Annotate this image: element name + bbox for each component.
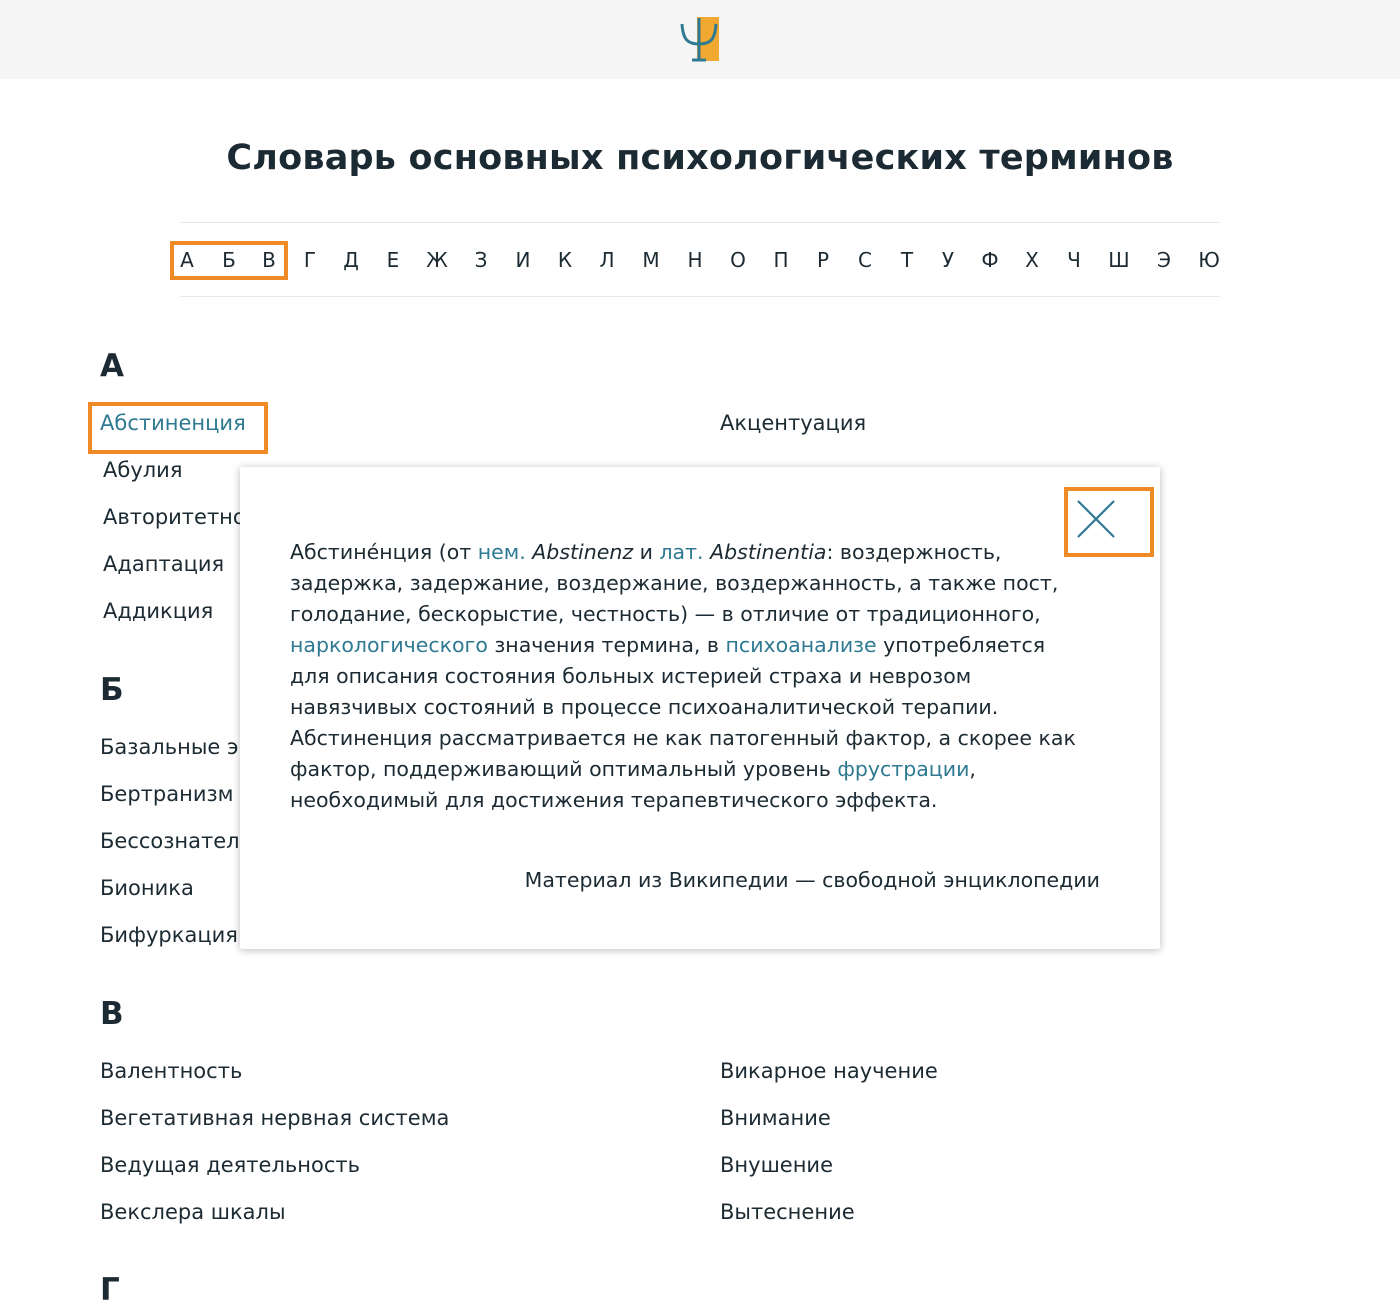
term-link[interactable]: Вегетативная нервная система: [100, 1106, 449, 1130]
link-latin[interactable]: лат.: [659, 540, 703, 564]
alphabet-letter[interactable]: Ф: [975, 246, 1005, 274]
section-heading: Г: [100, 1272, 120, 1308]
top-bar: [0, 0, 1400, 79]
etymology-german: Abstinenz: [532, 540, 634, 564]
alphabet-letter[interactable]: Д: [336, 246, 366, 274]
term-link[interactable]: Валентность: [100, 1059, 242, 1083]
alphabet-letter[interactable]: П: [766, 246, 796, 274]
alphabet-letter[interactable]: Э: [1149, 246, 1179, 274]
link-narcological[interactable]: наркологического: [290, 633, 488, 657]
term-link[interactable]: Адаптация: [103, 552, 224, 576]
term-link[interactable]: Бионика: [100, 876, 194, 900]
alphabet-letter[interactable]: Ж: [422, 246, 452, 274]
term-link[interactable]: Внимание: [720, 1106, 831, 1130]
term-link[interactable]: Викарное научение: [720, 1059, 938, 1083]
alphabet-letter[interactable]: Ю: [1194, 246, 1224, 274]
definition-term: Абстине́нция: [290, 540, 433, 564]
alphabet-letter[interactable]: Х: [1017, 246, 1047, 274]
term-link[interactable]: Вытеснение: [720, 1200, 855, 1224]
term-link[interactable]: Абстиненция: [100, 411, 246, 435]
term-link[interactable]: Акцентуация: [720, 411, 866, 435]
alphabet-letter[interactable]: Н: [680, 246, 710, 274]
term-link[interactable]: Абулия: [103, 458, 182, 482]
alphabet-letter[interactable]: Л: [592, 246, 622, 274]
term-link[interactable]: Авторитетно: [103, 505, 246, 529]
section-heading: Б: [100, 672, 124, 708]
close-icon[interactable]: [1074, 497, 1118, 541]
alphabet-letter[interactable]: М: [636, 246, 666, 274]
term-link[interactable]: Аддикция: [103, 599, 213, 623]
alphabet-letter[interactable]: Г: [295, 246, 325, 274]
alphabet-divider-bottom: [180, 296, 1220, 297]
term-link[interactable]: Базальные эı: [100, 735, 244, 759]
alphabet-letter[interactable]: Е: [378, 246, 408, 274]
alphabet-letter[interactable]: У: [933, 246, 963, 274]
alphabet-letter[interactable]: Ш: [1104, 246, 1134, 274]
alphabet-letter[interactable]: Ч: [1059, 246, 1089, 274]
alphabet-letter[interactable]: О: [723, 246, 753, 274]
alphabet-divider-top: [180, 222, 1220, 223]
alphabet-letter[interactable]: В: [254, 246, 284, 274]
alphabet-letter[interactable]: Р: [808, 246, 838, 274]
term-link[interactable]: Внушение: [720, 1153, 833, 1177]
term-link[interactable]: Бифуркация: [100, 923, 238, 947]
term-link[interactable]: Бессознател: [100, 829, 240, 853]
link-german[interactable]: нем.: [478, 540, 526, 564]
definition-text: Абстине́нция (от нем. Abstinenz и лат. A…: [290, 540, 1076, 812]
alphabet-letter[interactable]: Б: [214, 246, 244, 274]
term-link[interactable]: Ведущая деятельность: [100, 1153, 360, 1177]
definition-modal: Абстине́нция (от нем. Abstinenz и лат. A…: [240, 467, 1160, 949]
alphabet-nav: А Б В Г Д Е Ж З И К Л М Н О П Р С Т У Ф …: [0, 246, 1400, 276]
link-frustration[interactable]: фрустрации: [837, 757, 969, 781]
definition-source: Материал из Википедии — свободной энцикл…: [524, 868, 1100, 892]
etymology-latin: Abstinentia: [710, 540, 827, 564]
term-link[interactable]: Бертранизм: [100, 782, 233, 806]
alphabet-letter[interactable]: З: [466, 246, 496, 274]
page-title: Словарь основных психологических термино…: [226, 138, 1174, 178]
alphabet-letter[interactable]: С: [850, 246, 880, 274]
alphabet-letter[interactable]: А: [172, 246, 202, 274]
link-psychoanalysis[interactable]: психоанализе: [726, 633, 877, 657]
alphabet-letter[interactable]: К: [550, 246, 580, 274]
section-heading: А: [100, 348, 124, 384]
section-heading: В: [100, 996, 124, 1032]
alphabet-letter[interactable]: Т: [892, 246, 922, 274]
alphabet-letter[interactable]: И: [508, 246, 538, 274]
term-link[interactable]: Векслера шкалы: [100, 1200, 286, 1224]
psi-logo-icon[interactable]: [678, 14, 722, 64]
